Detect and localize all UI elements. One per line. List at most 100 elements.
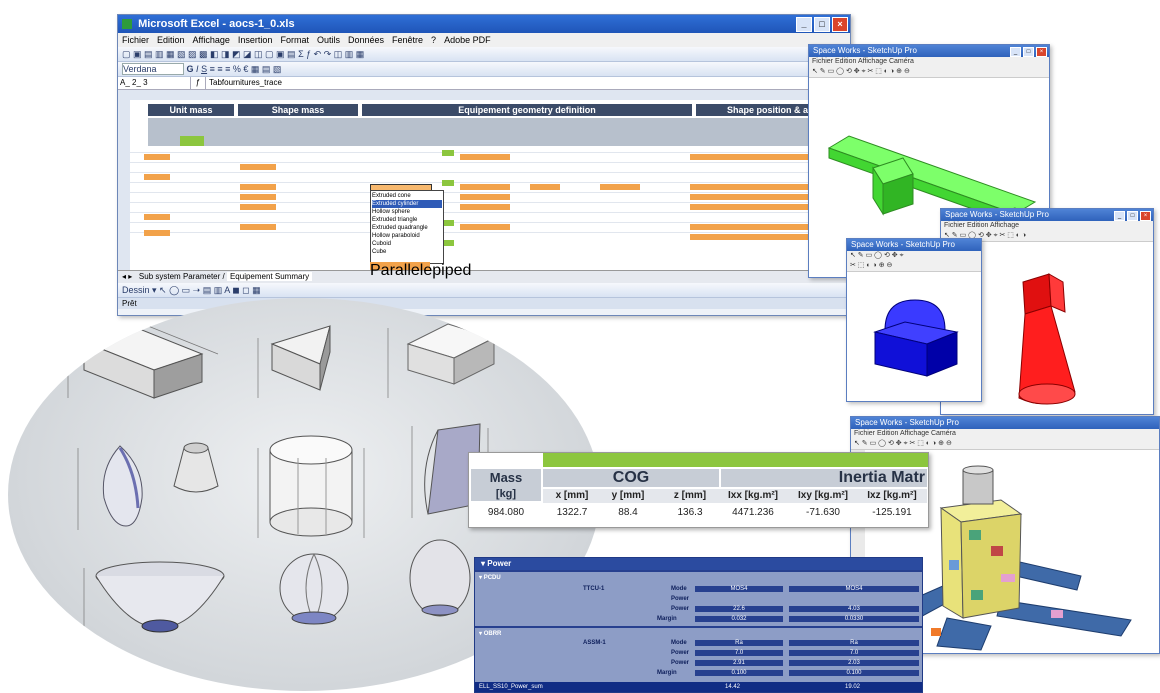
cylinder-shape bbox=[269, 435, 353, 537]
window-title-bar[interactable]: Space Works - SketchUp Pro bbox=[851, 417, 1159, 429]
group-toggle-2[interactable]: ▾ OBRR bbox=[479, 630, 501, 637]
formula-input[interactable]: Tabfournitures_trace bbox=[206, 77, 282, 89]
draw-toolbar[interactable]: Dessin ▾ ↖ ◯ ▭ ➝ ▤ ▥ A ◼ ◻ ▦ bbox=[118, 283, 850, 298]
excel-menu-bar: Fichier Edition Affichage Insertion Form… bbox=[118, 33, 850, 47]
window-title-bar[interactable]: Space Works - SketchUp Pro _ □ × bbox=[941, 209, 1153, 221]
menu-item[interactable]: Affichage bbox=[900, 430, 929, 437]
dropdown-option[interactable]: Extruded quadrangle bbox=[372, 224, 442, 232]
window-title-bar[interactable]: Space Works - SketchUp Pro _ □ × bbox=[809, 45, 1049, 57]
mass-unit-header: [kg] bbox=[471, 487, 541, 501]
sketchup-toolbar[interactable]: Fichier Edition Affichage Caméra ↖ ✎ ▭ ◯ … bbox=[851, 429, 1159, 450]
shape-type-dropdown[interactable]: Extruded cone Extruded cylinder Hollow s… bbox=[370, 190, 444, 264]
cone-shape bbox=[173, 442, 219, 493]
menu-item[interactable]: Fichier bbox=[122, 33, 149, 47]
table-accent-bar bbox=[543, 453, 928, 467]
maximize-button[interactable]: □ bbox=[1023, 47, 1034, 57]
sheet-tab[interactable]: Sub system Parameter bbox=[139, 272, 220, 281]
power-value: MOS4 bbox=[695, 586, 783, 592]
excel-format-toolbar[interactable]: Verdana G I S ≡ ≡ ≡ % € ▦ ▤ ▧ bbox=[118, 62, 850, 77]
menu-item[interactable]: Caméra bbox=[889, 58, 914, 65]
menu-item[interactable]: Outils bbox=[317, 33, 340, 47]
blue-dome-model bbox=[873, 299, 959, 377]
value-mass: 984.080 bbox=[487, 507, 525, 518]
band-geometry: Equipement geometry definition bbox=[362, 104, 692, 116]
menu-item[interactable]: Insertion bbox=[238, 33, 273, 47]
menu-item[interactable]: Fichier bbox=[854, 430, 875, 437]
menu-item[interactable]: Format bbox=[280, 33, 309, 47]
param-label: Power bbox=[671, 606, 690, 612]
draw-menu[interactable]: Dessin bbox=[122, 285, 150, 295]
dropdown-option[interactable]: Extruded triangle bbox=[372, 216, 442, 224]
equipment-name: ASSM-1 bbox=[583, 640, 606, 646]
power-value: 2.03 bbox=[789, 660, 919, 666]
shape-type-cell[interactable]: Parallelepiped bbox=[370, 262, 471, 279]
param-label: Mode bbox=[671, 640, 687, 646]
subheader-ixy: Ixy [kg.m²] bbox=[797, 490, 848, 501]
dropdown-option[interactable]: Cuboid bbox=[372, 240, 442, 248]
minimize-button[interactable]: _ bbox=[1114, 211, 1125, 221]
menu-item[interactable]: Adobe PDF bbox=[444, 33, 491, 47]
window-title: Space Works - SketchUp Pro bbox=[855, 418, 959, 427]
dropdown-option[interactable]: Hollow paraboloid bbox=[372, 232, 442, 240]
menu-item[interactable]: Données bbox=[348, 33, 384, 47]
window-title: Space Works - SketchUp Pro bbox=[813, 46, 917, 55]
power-value: 0.0330 bbox=[789, 616, 919, 622]
menu-item[interactable]: Affichage bbox=[193, 33, 230, 47]
close-button[interactable]: × bbox=[1140, 211, 1151, 221]
power-header[interactable]: ▾ Power bbox=[475, 558, 922, 570]
selected-cell[interactable] bbox=[180, 136, 204, 146]
dropdown-option[interactable]: Cube bbox=[372, 248, 442, 256]
window-title: Space Works - SketchUp Pro bbox=[851, 240, 955, 249]
spaceworks-window-dome: Space Works - SketchUp Pro ↖ ✎ ▭ ◯ ⟲ ✥ ⌖… bbox=[846, 238, 982, 402]
subheader-z: z [mm] bbox=[673, 490, 707, 501]
close-button[interactable]: × bbox=[1036, 47, 1047, 57]
dropdown-option[interactable]: Extruded cone bbox=[372, 192, 442, 200]
close-button[interactable]: × bbox=[832, 17, 848, 32]
param-label: Margin bbox=[657, 670, 677, 676]
footer-label: ELL_SS10_Power_sum bbox=[479, 684, 543, 690]
menu-item[interactable]: Edition bbox=[157, 33, 185, 47]
param-label: Power bbox=[671, 596, 690, 602]
menu-item[interactable]: Affichage bbox=[990, 222, 1019, 229]
subheader-ixz: Ixz [kg.m²] bbox=[867, 490, 917, 501]
menu-item[interactable]: Fichier bbox=[812, 58, 833, 65]
maximize-button[interactable]: □ bbox=[1127, 211, 1138, 221]
sheet-tab-active[interactable]: Equipement Summary bbox=[226, 272, 313, 281]
value-ixz: -125.191 bbox=[872, 507, 912, 518]
power-value: MOS4 bbox=[789, 586, 919, 592]
param-label: Margin bbox=[657, 616, 677, 622]
power-value: 7.0 bbox=[789, 650, 919, 656]
menu-item[interactable]: Caméra bbox=[931, 430, 956, 437]
param-label: Power bbox=[671, 650, 690, 656]
spreadsheet-grid[interactable]: Unit mass Shape mass Equipement geometry… bbox=[118, 90, 850, 279]
value-x: 1322.7 bbox=[556, 507, 588, 518]
maximize-button[interactable]: □ bbox=[814, 17, 830, 32]
excel-standard-toolbar[interactable]: ▢ ▣ ▤ ▥ ▦ ▧ ▨ ▩ ◧ ◨ ◩ ◪ ◫ ▢ ▣ ▤ Σ ƒ ↶ ↷ … bbox=[118, 47, 850, 62]
power-budget-table: ▾ Power ▾ PCDU TTCU-1 Mode Power Power M… bbox=[474, 557, 923, 693]
param-label: Mode bbox=[671, 586, 687, 592]
excel-title-bar[interactable]: Microsoft Excel - aocs-1_0.xls _ □ × bbox=[118, 15, 850, 33]
power-value: 7.0 bbox=[695, 650, 783, 656]
menu-item[interactable]: Fichier bbox=[944, 222, 965, 229]
head-shape bbox=[409, 539, 471, 617]
group-toggle-1[interactable]: ▾ PCDU bbox=[479, 574, 501, 581]
wedge-shape bbox=[270, 325, 331, 391]
name-box[interactable]: A_ 2_ 3 bbox=[118, 77, 191, 89]
power-value: 4.03 bbox=[789, 606, 919, 612]
dropdown-option-selected[interactable]: Extruded cylinder bbox=[372, 200, 442, 208]
sheet-tabs: ◂ ▸ Sub system Parameter / Equipement Su… bbox=[118, 270, 850, 283]
minimize-button[interactable]: _ bbox=[1010, 47, 1021, 57]
menu-item[interactable]: ? bbox=[431, 33, 436, 47]
menu-item[interactable]: Edition bbox=[877, 430, 898, 437]
dropdown-option[interactable]: Hollow sphere bbox=[372, 208, 442, 216]
menu-item[interactable]: Edition bbox=[835, 58, 856, 65]
font-select[interactable]: Verdana bbox=[122, 63, 184, 75]
sketchup-toolbar[interactable]: Fichier Edition Affichage Caméra ↖ ✎ ▭ ◯ … bbox=[809, 57, 1049, 78]
minimize-button[interactable]: _ bbox=[796, 17, 812, 32]
formula-bar: A_ 2_ 3 ƒ Tabfournitures_trace bbox=[118, 77, 850, 90]
sketchup-toolbar[interactable]: ↖ ✎ ▭ ◯ ⟲ ✥ ⌖ ✂ ⬚ ◐ ◑ ⊕ ⊖ bbox=[847, 251, 981, 272]
window-title-bar[interactable]: Space Works - SketchUp Pro bbox=[847, 239, 981, 251]
menu-item[interactable]: Fenêtre bbox=[392, 33, 423, 47]
menu-item[interactable]: Affichage bbox=[858, 58, 887, 65]
menu-item[interactable]: Edition bbox=[967, 222, 988, 229]
